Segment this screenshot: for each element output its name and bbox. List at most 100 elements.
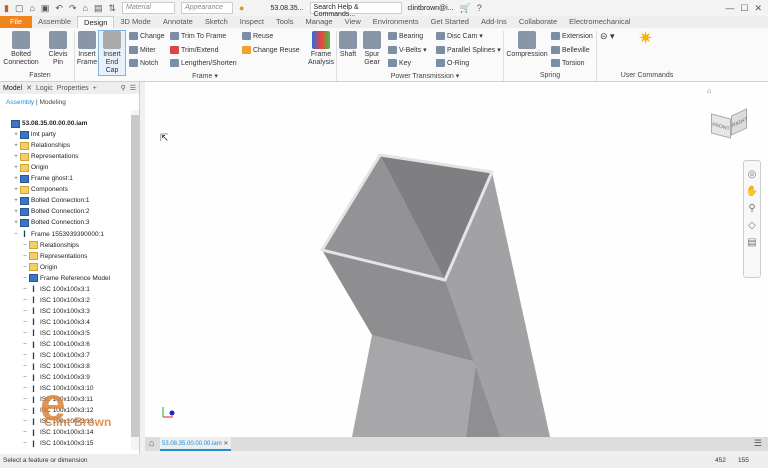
update-icon[interactable]: ⇅ [108,3,116,14]
change-reuse-button[interactable]: Change Reuse [242,46,300,54]
clevis-pin-button[interactable]: Clevis Pin [44,31,72,67]
tree-item[interactable]: − I ISC 100x100x3:2 [21,295,90,306]
look-at-icon[interactable]: ▤ [747,237,756,248]
print-icon[interactable]: ▤ [94,3,103,14]
home-icon[interactable]: ⌂ [83,3,88,13]
expand-icon[interactable]: − [21,253,29,260]
tab-environments[interactable]: Environments [367,16,425,28]
miter-button[interactable]: Miter [129,46,156,54]
tree-item[interactable]: − I ISC 100x100x3:3 [21,306,90,317]
tree-item[interactable]: − Frame Reference Model [21,273,110,284]
user-command-dropdown[interactable]: ⊝ ▾ [600,31,615,42]
tab-add-ins[interactable]: Add-Ins [475,16,513,28]
app-logo-icon[interactable]: ▮ [4,3,9,14]
shaft-button[interactable]: Shaft [338,31,358,59]
tree-item[interactable]: − I ISC 100x100x3:1 [21,284,90,295]
tree-item[interactable]: − Representations [21,251,87,262]
expand-icon[interactable]: − [21,319,29,326]
tree-scrollbar-thumb[interactable] [131,115,139,437]
bearing-button[interactable]: Bearing [388,32,423,40]
user-account[interactable]: clintbrown@i... [408,5,454,12]
reuse-button[interactable]: Reuse [242,32,273,40]
frame-group-label[interactable]: Frame ▾ [180,72,230,80]
close-icon[interactable]: ✕ [26,84,32,92]
tree-item[interactable]: + Bolted Connection:1 [12,195,90,206]
expand-icon[interactable]: − [21,275,29,282]
tab-logic[interactable]: Logic [36,85,53,92]
tree-item[interactable]: − I ISC 100x100x3:6 [21,339,90,350]
compression-spring-button[interactable]: Compression [506,31,548,59]
expand-icon[interactable]: − [21,264,29,271]
new-icon[interactable]: ▢ [15,3,24,14]
tree-item[interactable]: + Frame ghost:1 [12,173,73,184]
tab-document[interactable]: 53.08.35.00.00.00.iam ✕ [160,437,231,451]
close-button[interactable]: ✕ [754,3,762,14]
tab-properties[interactable]: Properties [57,85,89,92]
expand-icon[interactable]: − [21,385,29,392]
expand-icon[interactable]: − [21,429,29,436]
viewcube[interactable]: FRONT RIGHT [711,108,751,142]
tab-inspect[interactable]: Inspect [234,16,270,28]
expand-icon[interactable]: + [12,197,20,204]
material-dropdown[interactable]: Material [122,2,176,14]
tab-file[interactable]: File [0,16,33,28]
expand-icon[interactable]: − [12,231,20,238]
tree-item[interactable]: + Components [12,184,68,195]
sun-icon[interactable]: ✷ [638,28,653,49]
tree-item[interactable]: − I ISC 100x100x3:7 [21,350,90,361]
trim-extend-button[interactable]: Trim/Extend [170,46,218,54]
notch-button[interactable]: Notch [129,59,158,67]
cart-icon[interactable]: 🛒 [460,3,471,14]
expand-icon[interactable]: − [21,363,29,370]
tab-sketch[interactable]: Sketch [199,16,234,28]
tab-manage[interactable]: Manage [300,16,339,28]
redo-icon[interactable]: ↷ [69,3,77,14]
help-icon[interactable]: ? [477,3,482,13]
expand-icon[interactable]: − [21,440,29,447]
zoom-icon[interactable]: ⚲ [748,203,755,214]
expand-icon[interactable]: + [12,142,20,149]
spur-gear-button[interactable]: Spur Gear [361,31,383,67]
graphics-viewport[interactable]: ⇱ FRONT RIGHT ⌂ ◎ ✋ ⚲ ◇ ▤ [145,82,768,437]
expand-icon[interactable]: − [21,242,29,249]
assembly-mode-link[interactable]: Assembly [6,99,34,106]
expand-icon[interactable]: − [21,407,29,414]
pan-icon[interactable]: ✋ [746,186,758,197]
tree-item[interactable]: − Relationships [21,240,79,251]
expand-icon[interactable]: + [12,153,20,160]
viewcube-right-face[interactable]: RIGHT [731,108,748,136]
tree-item[interactable]: + Representations [12,151,78,162]
close-icon[interactable]: ✕ [223,441,228,447]
torsion-spring-button[interactable]: Torsion [551,59,585,67]
insert-end-cap-button[interactable]: Insert End Cap [98,30,126,76]
insert-frame-button[interactable]: Insert Frame [76,31,98,67]
tree-item[interactable]: − I ISC 100x100x3:15 [21,438,93,449]
expand-icon[interactable]: + [12,208,20,215]
orbit-icon[interactable]: ◇ [748,220,756,231]
expand-icon[interactable]: − [21,374,29,381]
maximize-button[interactable]: ☐ [740,3,748,14]
tab-electromechanical[interactable]: Electromechanical [563,16,636,28]
extension-spring-button[interactable]: Extension [551,32,593,40]
expand-icon[interactable]: − [21,308,29,315]
expand-icon[interactable]: − [21,330,29,337]
tab-annotate[interactable]: Annotate [157,16,199,28]
expand-icon[interactable]: − [21,286,29,293]
v-belts-button[interactable]: V-Belts ▾ [388,46,427,55]
menu-icon[interactable]: ☰ [754,438,762,449]
tree-item[interactable]: + Origin [12,162,48,173]
tab-3d-mode[interactable]: 3D Mode [114,16,156,28]
tab-collaborate[interactable]: Collaborate [513,16,563,28]
change-button[interactable]: Change [129,32,165,40]
tree-item[interactable]: + Bolted Connection:2 [12,206,90,217]
power-transmission-group-label[interactable]: Power Transmission ▾ [385,72,465,80]
expand-icon[interactable]: + [12,175,20,182]
tree-item[interactable]: − I ISC 100x100x3:8 [21,361,90,372]
tab-get-started[interactable]: Get Started [425,16,475,28]
frame-analysis-button[interactable]: Frame Analysis [305,31,337,67]
tab-model[interactable]: Model [3,85,22,92]
tab-tools[interactable]: Tools [270,16,300,28]
tree-item[interactable]: 53.08.35.00.00.00.iam [3,118,87,129]
save-icon[interactable]: ▣ [41,3,50,14]
tab-assemble[interactable]: Assemble [32,16,77,28]
